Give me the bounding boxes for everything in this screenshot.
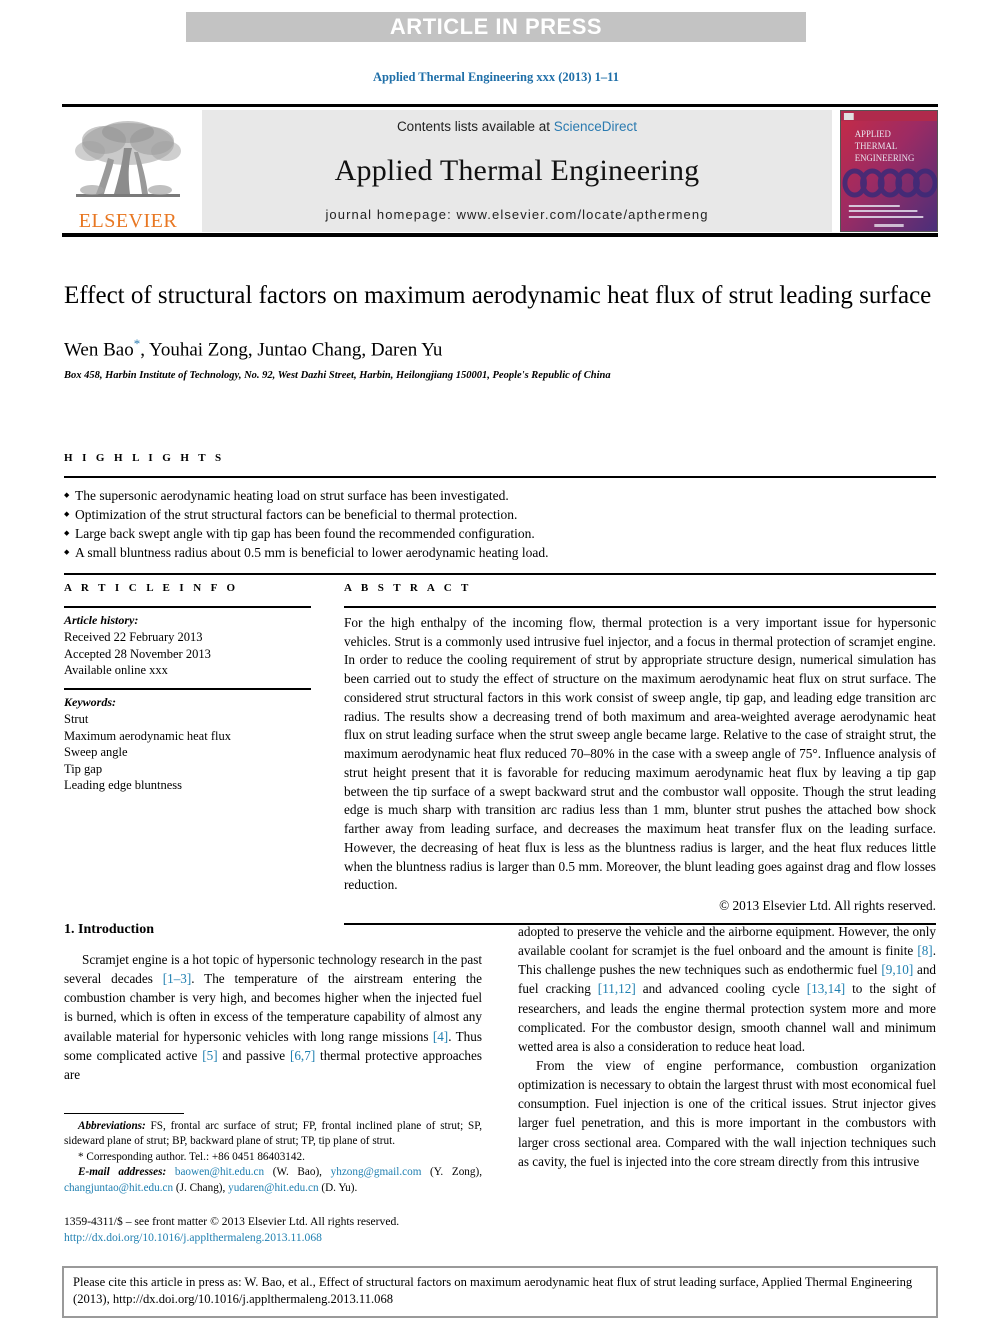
email-owner: (Y. Zong), [421, 1166, 482, 1179]
doi-link[interactable]: http://dx.doi.org/10.1016/j.applthermale… [64, 1230, 482, 1246]
footnotes-block: Abbreviations: FS, frontal arc surface o… [64, 1113, 482, 1246]
intro-text-d: and passive [217, 1047, 290, 1063]
email-link[interactable]: baowen@hit.edu.cn [175, 1166, 264, 1178]
cover-artwork: APPLIED THERMAL ENGINEERING [841, 111, 937, 231]
please-cite-text: Please cite this article in press as: W.… [73, 1275, 913, 1307]
footnote-corresponding-author: * Corresponding author. Tel.: +86 0451 8… [78, 1150, 305, 1163]
affiliation: Box 458, Harbin Institute of Technology,… [64, 370, 611, 382]
journal-masthead: ELSEVIER Contents lists available at Sci… [62, 104, 938, 237]
citation-ref[interactable]: [8] [917, 943, 932, 958]
article-history-group: Article history: Received 22 February 20… [64, 608, 311, 688]
email-owner: (D. Yu). [318, 1181, 358, 1194]
abstract-copyright: © 2013 Elsevier Ltd. All rights reserved… [719, 898, 936, 914]
paper-page: ARTICLE IN PRESS Applied Thermal Enginee… [0, 0, 992, 1323]
citation-ref[interactable]: [9,10] [881, 962, 913, 977]
footnote-separator-rule [64, 1113, 184, 1114]
abstract-column: A B S T R A C T For the high enthalpy of… [344, 582, 936, 926]
journal-title: Applied Thermal Engineering [334, 153, 700, 187]
intro-paragraph-right-2: From the view of engine performance, com… [518, 1057, 936, 1169]
citation-ref[interactable]: [11,12] [598, 981, 636, 996]
abbreviations-label: Abbreviations: [78, 1120, 146, 1132]
list-item: Large back swept angle with tip gap has … [64, 524, 936, 543]
svg-text:APPLIED: APPLIED [855, 129, 892, 139]
svg-text:ENGINEERING: ENGINEERING [855, 153, 915, 163]
article-in-press-label: ARTICLE IN PRESS [389, 14, 603, 39]
email-link[interactable]: changjuntao@hit.edu.cn [64, 1182, 173, 1194]
please-cite-box: Please cite this article in press as: W.… [62, 1266, 938, 1318]
article-history-accepted: Accepted 28 November 2013 [64, 646, 211, 661]
article-history-online: Available online xxx [64, 663, 168, 678]
author-list: Wen Bao*, Youhai Zong, Juntao Chang, Dar… [64, 336, 936, 361]
intro-r-text-a: adopted to preserve the vehicle and the … [518, 924, 936, 959]
email-owner: (J. Chang), [173, 1181, 229, 1194]
keywords-group: Keywords: Strut Maximum aerodynamic heat… [64, 690, 311, 803]
abstract-heading: A B S T R A C T [344, 582, 472, 594]
masthead-rule-top [62, 104, 938, 107]
highlights-heading: H I G H L I G H T S [64, 452, 225, 464]
citation-ref[interactable]: [4] [433, 1029, 448, 1044]
list-item: A small bluntness radius about 0.5 mm is… [64, 543, 936, 562]
citation-ref[interactable]: [13,14] [807, 981, 845, 996]
keywords-label: Keywords: [64, 694, 116, 709]
body-column-right: adopted to preserve the vehicle and the … [518, 922, 936, 1171]
journal-homepage-line[interactable]: journal homepage: www.elsevier.com/locat… [325, 207, 708, 222]
article-info-heading: A R T I C L E I N F O [64, 582, 239, 594]
running-head-citation: Applied Thermal Engineering xxx (2013) 1… [373, 70, 619, 84]
journal-header-box: Contents lists available at ScienceDirec… [202, 110, 832, 232]
footnote-emails: E-mail addresses: baowen@hit.edu.cn (W. … [64, 1165, 482, 1196]
email-addresses-label: E-mail addresses: [78, 1166, 167, 1179]
contents-prefix: Contents lists available at [396, 119, 554, 134]
info-abstract-row: A R T I C L E I N F O Article history: R… [64, 582, 936, 926]
authors-names: Wen Bao [64, 339, 134, 361]
section-heading-introduction: 1. Introduction [64, 922, 154, 937]
journal-cover-thumbnail: APPLIED THERMAL ENGINEERING [840, 110, 938, 232]
highlights-list: The supersonic aerodynamic heating load … [64, 478, 936, 563]
list-item: Optimization of the strut structural fac… [64, 505, 936, 524]
issn-line: 1359-4311/$ – see front matter © 2013 El… [64, 1215, 400, 1229]
email-link[interactable]: yudaren@hit.edu.cn [228, 1182, 318, 1194]
highlights-rule-bottom [64, 572, 936, 575]
intro-paragraph-right-1: adopted to preserve the vehicle and the … [518, 922, 936, 1056]
article-history-label: Article history: [64, 613, 139, 627]
email-owner: (W. Bao), [264, 1166, 331, 1179]
keyword-item: Maximum aerodynamic heat flux [64, 728, 231, 743]
article-history-received: Received 22 February 2013 [64, 630, 203, 644]
citation-ref[interactable]: [1–3] [163, 971, 192, 986]
contents-available-line: Contents lists available at ScienceDirec… [397, 119, 637, 134]
column-gap [311, 582, 344, 925]
keyword-item: Strut [64, 711, 89, 726]
highlights-section: H I G H L I G H T S The supersonic aerod… [64, 452, 936, 575]
citation-ref[interactable]: [6,7] [290, 1048, 315, 1063]
masthead-rule-bottom [62, 233, 938, 237]
footnote-abbreviations: Abbreviations: FS, frontal arc surface o… [64, 1119, 482, 1150]
keyword-item: Leading edge bluntness [64, 778, 183, 793]
sciencedirect-link[interactable]: ScienceDirect [554, 119, 637, 134]
body-column-gap [482, 922, 518, 1171]
article-info-column: A R T I C L E I N F O Article history: R… [64, 582, 311, 925]
email-link[interactable]: yhzong@gmail.com [331, 1166, 422, 1178]
intro-paragraph-left: Scramjet engine is a hot topic of hypers… [64, 950, 482, 1084]
list-item: The supersonic aerodynamic heating load … [64, 486, 936, 505]
elsevier-wordmark: ELSEVIER [78, 210, 178, 232]
keyword-item: Sweep angle [64, 745, 128, 760]
elsevier-logo: ELSEVIER [62, 110, 194, 232]
abstract-text: For the high enthalpy of the incoming fl… [344, 615, 936, 893]
elsevier-tree-icon [75, 121, 181, 197]
svg-text:THERMAL: THERMAL [855, 141, 898, 151]
intro-r-text-d: and advanced cooling cycle [635, 981, 807, 997]
title-block: Effect of structural factors on maximum … [64, 280, 936, 381]
keyword-item: Tip gap [64, 761, 103, 776]
article-in-press-banner: ARTICLE IN PRESS [186, 12, 806, 42]
page-title: Effect of structural factors on maximum … [64, 282, 932, 309]
citation-ref[interactable]: [5] [202, 1048, 217, 1063]
authors-rest: , Youhai Zong, Juntao Chang, Daren Yu [140, 339, 443, 361]
